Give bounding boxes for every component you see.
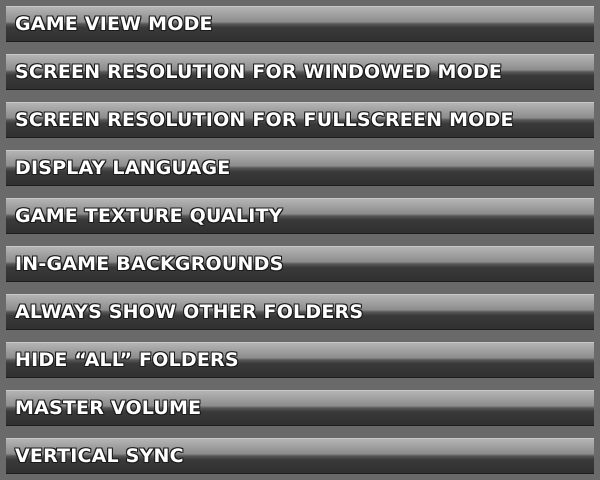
menu-item-label: SCREEN RESOLUTION FOR WINDOWED MODE bbox=[15, 61, 503, 83]
menu-item-label: SCREEN RESOLUTION FOR FULLSCREEN MODE bbox=[15, 109, 514, 131]
menu-item-label: GAME TEXTURE QUALITY bbox=[15, 205, 283, 227]
menu-item-label: HIDE “ALL” FOLDERS bbox=[15, 349, 239, 371]
menu-item-in-game-backgrounds[interactable]: IN-GAME BACKGROUNDS bbox=[6, 246, 594, 282]
menu-item-fullscreen-resolution[interactable]: SCREEN RESOLUTION FOR FULLSCREEN MODE bbox=[6, 102, 594, 138]
menu-item-label: VERTICAL SYNC bbox=[15, 445, 184, 467]
menu-item-label: MASTER VOLUME bbox=[15, 397, 202, 419]
menu-item-label: ALWAYS SHOW OTHER FOLDERS bbox=[15, 301, 364, 323]
menu-item-label: GAME VIEW MODE bbox=[15, 13, 213, 35]
menu-item-windowed-resolution[interactable]: SCREEN RESOLUTION FOR WINDOWED MODE bbox=[6, 54, 594, 90]
settings-menu: GAME VIEW MODE SCREEN RESOLUTION FOR WIN… bbox=[0, 0, 600, 480]
menu-item-label: IN-GAME BACKGROUNDS bbox=[15, 253, 284, 275]
menu-item-master-volume[interactable]: MASTER VOLUME bbox=[6, 390, 594, 426]
menu-item-game-view-mode[interactable]: GAME VIEW MODE bbox=[6, 6, 594, 42]
menu-item-show-other-folders[interactable]: ALWAYS SHOW OTHER FOLDERS bbox=[6, 294, 594, 330]
menu-item-texture-quality[interactable]: GAME TEXTURE QUALITY bbox=[6, 198, 594, 234]
menu-item-display-language[interactable]: DISPLAY LANGUAGE bbox=[6, 150, 594, 186]
menu-item-vertical-sync[interactable]: VERTICAL SYNC bbox=[6, 438, 594, 474]
menu-item-hide-all-folders[interactable]: HIDE “ALL” FOLDERS bbox=[6, 342, 594, 378]
menu-item-label: DISPLAY LANGUAGE bbox=[15, 157, 231, 179]
